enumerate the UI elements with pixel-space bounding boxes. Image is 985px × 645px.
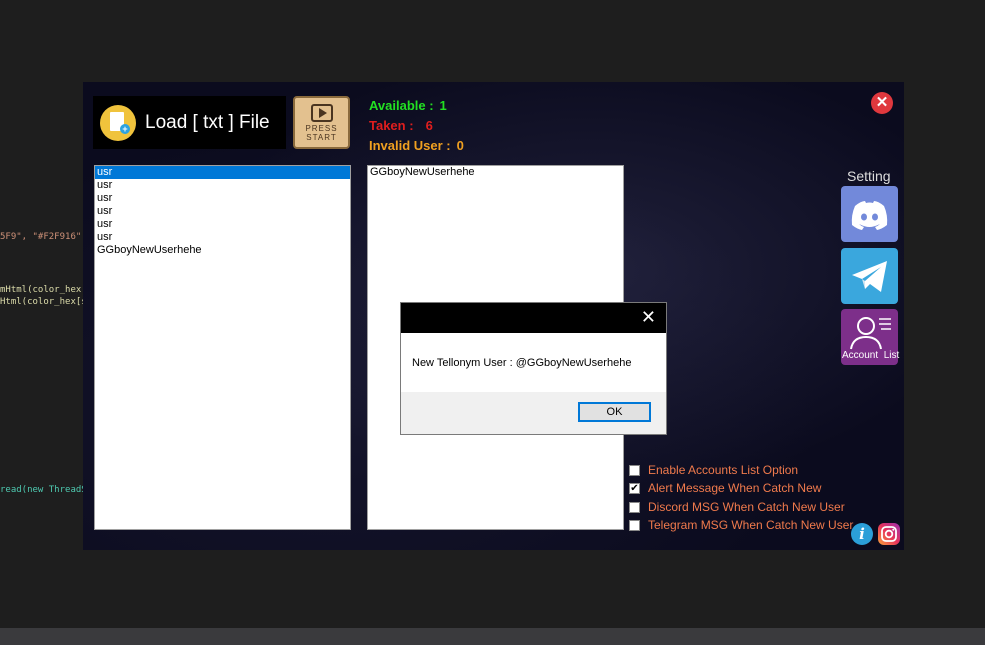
stat-invalid-label: Invalid User : — [369, 138, 451, 153]
list-item[interactable]: usr — [95, 179, 350, 192]
option-discord-msg[interactable]: Discord MSG When Catch New User — [629, 499, 845, 515]
list-item[interactable]: GGboyNewUserhehe — [95, 244, 350, 257]
code-fragment: read(new ThreadS — [0, 485, 87, 495]
dialog-footer: OK — [401, 392, 666, 434]
discord-button[interactable] — [841, 186, 898, 242]
dialog-title-bar: ✕ — [401, 303, 666, 333]
stat-taken: Taken : 6 — [369, 118, 433, 133]
stat-invalid-value: 0 — [456, 138, 464, 153]
list-item[interactable]: GGboyNewUserhehe — [368, 166, 623, 179]
list-item[interactable]: usr — [95, 218, 350, 231]
option-alert-message[interactable]: ✔ Alert Message When Catch New — [629, 480, 821, 496]
info-button[interactable]: i — [851, 523, 873, 545]
load-txt-file-button[interactable]: + Load [ txt ] File — [93, 96, 286, 149]
telegram-icon — [852, 261, 887, 292]
instagram-icon — [881, 526, 897, 542]
start-label-top: PRESS — [305, 123, 338, 133]
code-fragment: 5F9", "#F2F916", — [0, 232, 87, 242]
message-dialog: ✕ New Tellonym User : @GGboyNewUserhehe … — [400, 302, 667, 435]
stat-available: Available : 1 — [369, 98, 447, 113]
option-enable-accounts-list[interactable]: Enable Accounts List Option — [629, 462, 798, 478]
dialog-message: New Tellonym User : @GGboyNewUserhehe — [412, 357, 632, 369]
list-item[interactable]: usr — [95, 192, 350, 205]
list-item[interactable]: usr — [95, 205, 350, 218]
close-icon: ✕ — [875, 94, 889, 111]
account-list-button[interactable]: Account List — [841, 309, 900, 365]
discord-icon — [851, 201, 888, 230]
press-start-button[interactable]: PRESS START — [293, 96, 350, 149]
option-label: Discord MSG When Catch New User — [648, 500, 845, 514]
checkbox[interactable]: ✔ — [629, 482, 640, 494]
code-fragment: Html(color_hex[s — [0, 297, 87, 307]
option-label: Enable Accounts List Option — [648, 463, 799, 477]
checkbox[interactable] — [629, 519, 640, 531]
code-fragment: mHtml(color_hex[ — [0, 285, 87, 295]
setting-label: Setting — [847, 168, 891, 184]
close-app-button[interactable]: ✕ — [871, 92, 893, 114]
stat-available-label: Available : — [369, 98, 434, 113]
play-icon — [310, 103, 333, 122]
checkbox[interactable] — [629, 501, 640, 513]
list-item[interactable]: usr — [95, 231, 350, 244]
instagram-button[interactable] — [878, 523, 900, 545]
info-icon: i — [859, 525, 865, 543]
stat-taken-label: Taken : — [369, 118, 414, 133]
stat-available-value: 1 — [439, 98, 447, 113]
option-label: Alert Message When Catch New — [648, 481, 822, 495]
user-listbox[interactable]: usr usr usr usr usr usr GGboyNewUserhehe — [94, 165, 351, 530]
list-item[interactable]: usr — [95, 166, 350, 179]
load-file-icon: + — [100, 104, 136, 141]
taskbar — [0, 628, 985, 645]
stat-taken-value: 6 — [425, 118, 433, 133]
account-list-label: Account List — [842, 350, 900, 361]
option-label: Telegram MSG When Catch New User — [648, 518, 854, 532]
ok-button[interactable]: OK — [578, 402, 651, 422]
checkbox[interactable] — [629, 464, 640, 476]
load-button-label: Load [ txt ] File — [145, 111, 270, 133]
telegram-button[interactable] — [841, 248, 898, 304]
start-label-bottom: START — [306, 132, 337, 142]
dialog-close-button[interactable]: ✕ — [641, 307, 656, 328]
option-telegram-msg[interactable]: Telegram MSG When Catch New User — [629, 517, 853, 533]
stat-invalid: Invalid User : 0 — [369, 138, 464, 153]
